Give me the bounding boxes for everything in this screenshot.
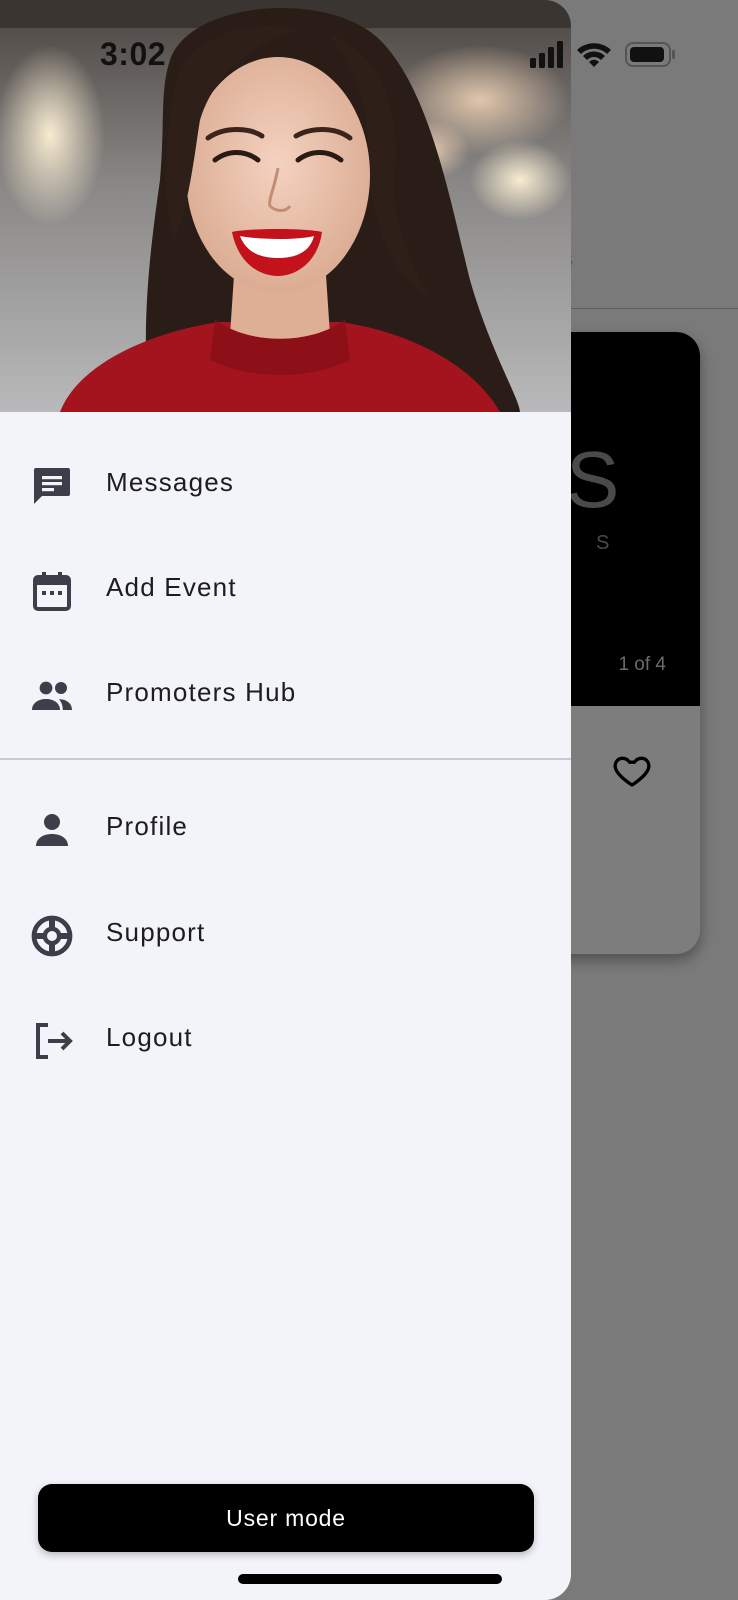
event-card-title: S <box>566 435 620 524</box>
event-card-pager: 1 of 4 <box>618 654 666 675</box>
background-divider <box>556 308 738 309</box>
user-mode-button[interactable]: User mode <box>38 1484 534 1552</box>
status-time: 3:02 <box>100 36 167 72</box>
status-icons <box>530 41 675 68</box>
person-icon <box>36 814 68 846</box>
menu-item-promoters-hub[interactable]: Promoters Hub <box>0 648 571 738</box>
support-icon <box>31 915 73 957</box>
menu-item-profile[interactable]: Profile <box>0 782 571 872</box>
signal-icon <box>530 41 563 68</box>
battery-icon <box>625 42 675 67</box>
menu-item-label: Logout <box>106 1022 193 1052</box>
calendar-icon <box>33 572 71 611</box>
message-icon <box>34 468 70 504</box>
navigation-drawer: Messages Add Event Promoters Hub Profile… <box>0 0 571 1600</box>
menu-divider <box>0 758 571 760</box>
heart-icon <box>613 756 651 787</box>
home-indicator <box>238 1574 502 1584</box>
menu-item-label: Profile <box>106 811 189 841</box>
menu-item-label: Promoters Hub <box>106 677 297 707</box>
wifi-icon <box>577 43 611 67</box>
menu-item-label: Support <box>106 917 206 947</box>
event-card-subtitle: S <box>596 532 610 554</box>
menu-item-label: Messages <box>106 467 235 497</box>
menu-item-logout[interactable]: Logout <box>0 993 571 1083</box>
menu-item-add-event[interactable]: Add Event <box>0 543 571 633</box>
menu-item-support[interactable]: Support <box>0 888 571 978</box>
status-bar: 3:02 <box>0 0 738 100</box>
logout-icon <box>36 1023 73 1059</box>
people-icon <box>32 681 72 710</box>
menu-item-label: Add Event <box>106 572 237 602</box>
menu-item-messages[interactable]: Messages <box>0 438 571 528</box>
